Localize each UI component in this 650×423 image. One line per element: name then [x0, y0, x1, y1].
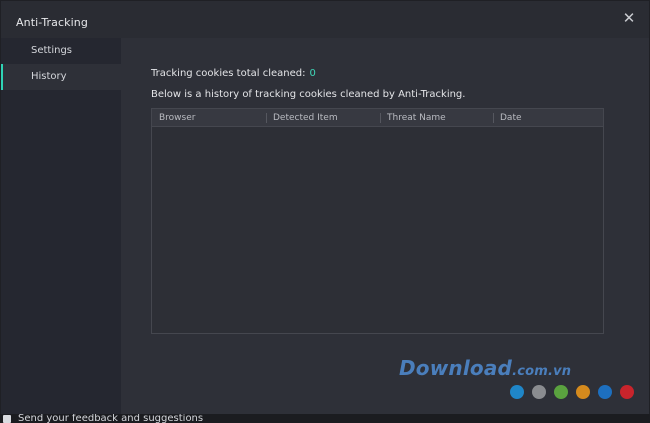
history-description: Below is a history of tracking cookies c… — [151, 89, 466, 100]
total-cleaned-count: 0 — [309, 68, 316, 79]
total-cleaned-label: Tracking cookies total cleaned: — [151, 68, 306, 79]
footer-bar: Send your feedback and suggestions — [0, 414, 650, 423]
table-header: Browser Detected Item Threat Name Date — [152, 109, 603, 127]
window-title: Anti-Tracking — [16, 16, 88, 29]
watermark-dot — [576, 385, 590, 399]
watermark-dot — [554, 385, 568, 399]
watermark-dot — [598, 385, 612, 399]
column-header-detected-item[interactable]: Detected Item — [266, 109, 380, 126]
sidebar-item-settings[interactable]: Settings — [1, 38, 121, 64]
feedback-link[interactable]: Send your feedback and suggestions — [18, 414, 203, 423]
download-watermark: Download.com.vn — [399, 356, 571, 380]
watermark-suffix: .com.vn — [512, 364, 572, 379]
anti-tracking-window: Anti-Tracking ✕ Settings History Trackin… — [0, 0, 650, 415]
column-header-threat-name[interactable]: Threat Name — [380, 109, 493, 126]
history-table: Browser Detected Item Threat Name Date — [151, 108, 604, 334]
watermark-main: Download — [399, 356, 513, 380]
watermark-dot — [510, 385, 524, 399]
column-header-browser[interactable]: Browser — [152, 109, 266, 126]
sidebar-item-history[interactable]: History — [1, 64, 121, 90]
total-cleaned-line: Tracking cookies total cleaned: 0 — [151, 68, 316, 79]
watermark-dot — [532, 385, 546, 399]
column-header-date[interactable]: Date — [493, 109, 603, 126]
feedback-icon — [3, 415, 11, 423]
sidebar: Settings History — [1, 38, 121, 415]
table-body — [152, 127, 603, 333]
title-bar: Anti-Tracking ✕ — [1, 1, 649, 38]
close-icon[interactable]: ✕ — [621, 10, 637, 26]
watermark-dot — [620, 385, 634, 399]
